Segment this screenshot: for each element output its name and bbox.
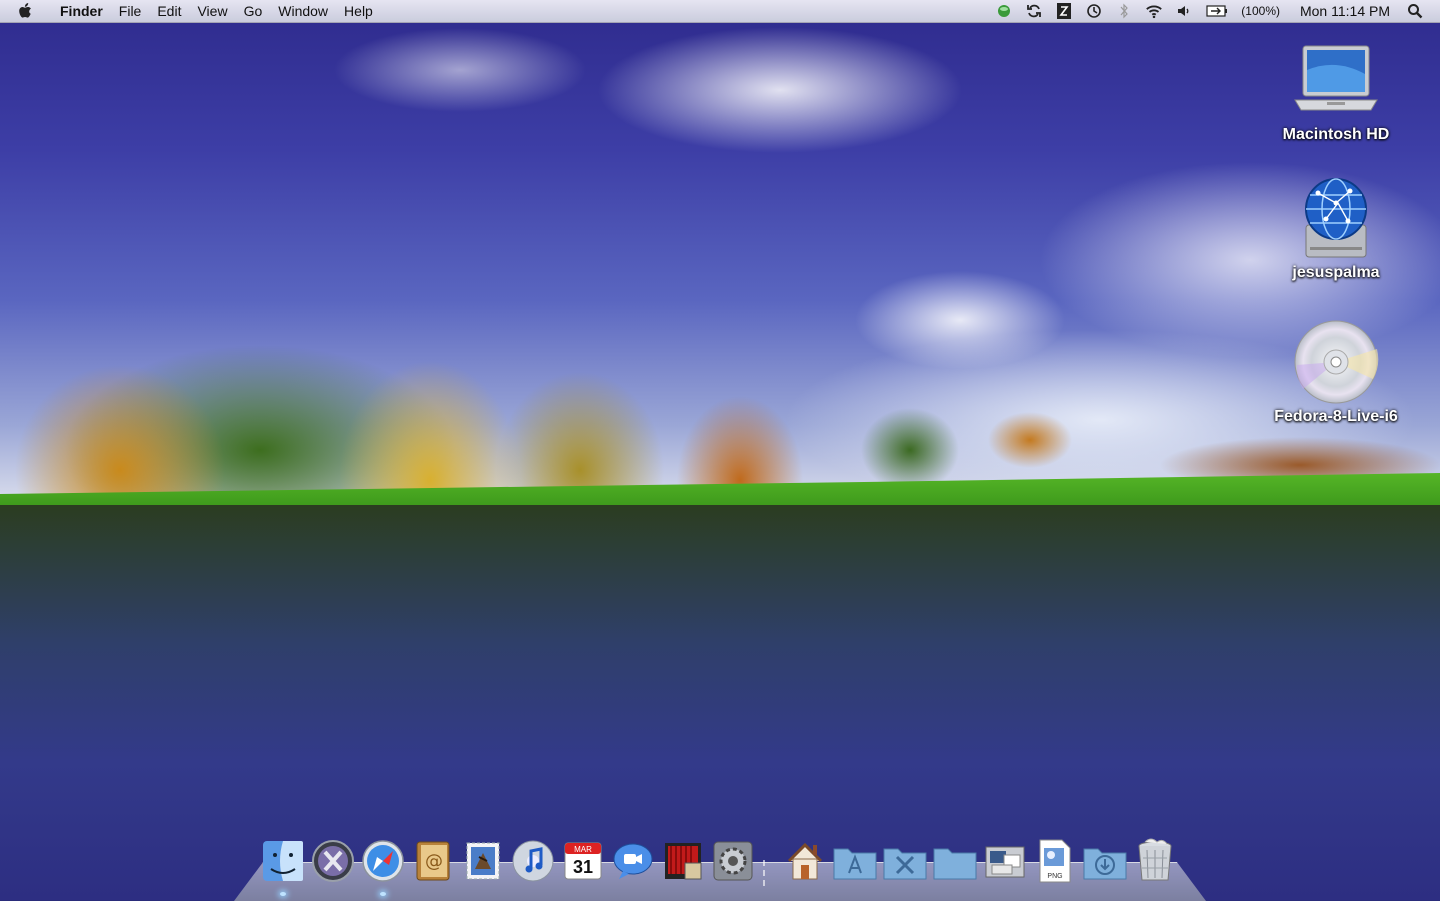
dock-separator[interactable] (758, 836, 780, 886)
dock-system-preferences[interactable] (708, 836, 758, 886)
mac-os-x-icon (311, 839, 355, 883)
desktop-icon-fedora-cd[interactable]: Fedora-8-Live-i6 (1256, 320, 1416, 426)
menu-app-finder[interactable]: Finder (52, 0, 111, 22)
cd-disc-icon (1291, 320, 1381, 404)
itunes-icon (511, 839, 555, 883)
desktop-icon-label: Macintosh HD (1282, 126, 1390, 143)
desktop-icon-jesuspalma[interactable]: jesuspalma (1256, 176, 1416, 282)
desktop-wallpaper (0, 0, 1440, 900)
desktop-icon-macintosh-hd[interactable]: Macintosh HD (1256, 38, 1416, 144)
dock-folder-stack[interactable] (930, 836, 980, 886)
desktop-icon-label: jesuspalma (1292, 264, 1380, 281)
menu-file[interactable]: File (111, 0, 150, 22)
dock-address-book[interactable]: @ (408, 836, 458, 886)
dock-mac-os-x[interactable] (308, 836, 358, 886)
time-machine-icon[interactable] (1085, 2, 1103, 20)
status-indicator-icon[interactable] (995, 2, 1013, 20)
ichat-icon (611, 839, 655, 883)
apple-menu-icon[interactable] (18, 2, 40, 20)
system-preferences-icon (711, 839, 755, 883)
finder-icon (261, 839, 305, 883)
input-menu-icon[interactable] (1055, 2, 1073, 20)
folder-icon (932, 841, 978, 881)
applications-folder-icon (832, 841, 878, 881)
trash-icon (1135, 838, 1175, 884)
wifi-icon[interactable] (1145, 2, 1163, 20)
calendar-month: MAR (574, 845, 592, 854)
menu-bar: Finder File Edit View Go Window Help (10… (0, 0, 1440, 23)
network-drive-icon (1291, 176, 1381, 260)
wallpaper-trees (0, 170, 1440, 510)
menu-help[interactable]: Help (336, 0, 381, 22)
menu-go[interactable]: Go (236, 0, 271, 22)
menu-window[interactable]: Window (270, 0, 336, 22)
sync-icon[interactable] (1025, 2, 1043, 20)
dock-ical[interactable]: MAR 31 (558, 836, 608, 886)
menu-view[interactable]: View (189, 0, 235, 22)
work-stack-icon (982, 841, 1028, 881)
ical-icon: MAR 31 (561, 839, 605, 883)
address-book-icon: @ (411, 839, 455, 883)
dock-itunes[interactable] (508, 836, 558, 886)
safari-icon (361, 839, 405, 883)
menu-extras: (100%) Mon 11:14 PM (989, 0, 1440, 22)
dock-ichat[interactable] (608, 836, 658, 886)
dock-applications-stack[interactable] (830, 836, 880, 886)
dock-downloads-stack[interactable] (1080, 836, 1130, 886)
svg-text:@: @ (425, 851, 443, 872)
dock: @ MAR 31 PNG (258, 834, 1180, 896)
dock-home[interactable] (780, 836, 830, 886)
menu-edit[interactable]: Edit (149, 0, 189, 22)
dock-work-stack[interactable] (980, 836, 1030, 886)
front-row-icon (661, 839, 705, 883)
battery-icon[interactable] (1205, 2, 1229, 20)
menubar-clock[interactable]: Mon 11:14 PM (1294, 3, 1396, 19)
dock-png-file[interactable]: PNG (1030, 836, 1080, 886)
bluetooth-icon[interactable] (1115, 2, 1133, 20)
battery-percent[interactable]: (100%) (1235, 4, 1286, 18)
downloads-folder-icon (1082, 841, 1128, 881)
desktop-icon-label: Fedora-8-Live-i6 (1274, 408, 1398, 425)
utilities-folder-icon (882, 841, 928, 881)
dock-safari[interactable] (358, 836, 408, 896)
mail-stamp-icon (461, 839, 505, 883)
png-file-label: PNG (1047, 873, 1062, 880)
calendar-day: 31 (573, 857, 593, 877)
home-icon (783, 839, 827, 883)
volume-icon[interactable] (1175, 2, 1193, 20)
spotlight-icon[interactable] (1406, 2, 1424, 20)
dock-trash[interactable] (1130, 836, 1180, 886)
dock-finder[interactable] (258, 836, 308, 896)
dock-mail[interactable] (458, 836, 508, 886)
laptop-drive-icon (1291, 38, 1381, 122)
dock-utilities-stack[interactable] (880, 836, 930, 886)
dock-front-row[interactable] (658, 836, 708, 886)
png-file-icon: PNG (1037, 838, 1073, 884)
